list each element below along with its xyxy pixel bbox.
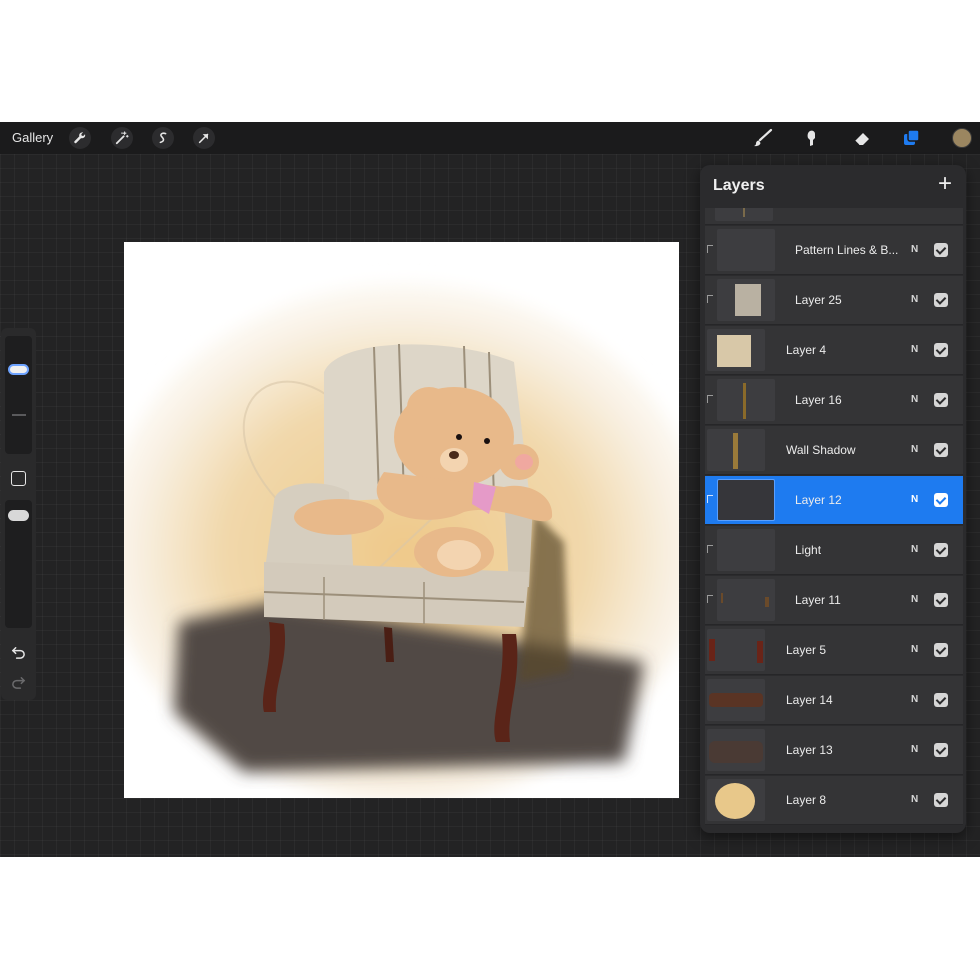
visibility-checkbox[interactable] [934, 793, 948, 807]
redo-button[interactable] [9, 672, 28, 691]
layer-row-layer-12[interactable]: Layer 12 N [705, 476, 963, 525]
blend-mode-button[interactable]: N [911, 344, 918, 355]
blend-mode-button[interactable]: N [911, 594, 918, 605]
layer-row-layer-5[interactable]: Layer 5 N [705, 626, 963, 675]
blend-mode-button[interactable]: N [911, 444, 918, 455]
clipping-mask-icon [707, 245, 713, 253]
modify-button[interactable] [9, 469, 28, 488]
artwork-illustration [124, 242, 679, 798]
blend-mode-button[interactable]: N [911, 744, 918, 755]
visibility-checkbox[interactable] [934, 743, 948, 757]
clipping-mask-icon [707, 595, 713, 603]
blend-mode-button[interactable]: N [911, 394, 918, 405]
adjustments-wand-icon[interactable] [111, 127, 133, 149]
opacity-slider[interactable] [5, 500, 32, 628]
visibility-checkbox[interactable] [934, 343, 948, 357]
blend-mode-button[interactable]: N [911, 494, 918, 505]
layers-panel: Layers + Pattern Lines & B... N Layer 25… [700, 165, 966, 833]
layer-thumbnail [717, 529, 775, 571]
visibility-checkbox[interactable] [934, 543, 948, 557]
layer-name: Layer 4 [786, 343, 827, 357]
brush-size-knob[interactable] [8, 364, 29, 375]
opacity-knob[interactable] [8, 510, 29, 521]
visibility-checkbox[interactable] [934, 643, 948, 657]
layer-thumbnail [717, 579, 775, 621]
clipping-mask-icon [707, 395, 713, 403]
actions-wrench-icon[interactable] [69, 127, 91, 149]
layer-name: Layer 13 [786, 743, 833, 757]
visibility-checkbox[interactable] [934, 693, 948, 707]
layers-panel-title: Layers [713, 177, 765, 194]
visibility-checkbox[interactable] [934, 243, 948, 257]
square-icon [11, 471, 26, 486]
layers-icon[interactable] [900, 126, 924, 150]
layer-thumbnail [707, 779, 765, 821]
undo-button[interactable] [9, 642, 28, 661]
blend-mode-button[interactable]: N [911, 244, 918, 255]
redo-icon [12, 677, 26, 689]
blend-mode-button[interactable]: N [911, 644, 918, 655]
visibility-checkbox[interactable] [934, 293, 948, 307]
blend-mode-button[interactable]: N [911, 694, 918, 705]
layer-name: Layer 11 [795, 593, 841, 607]
clipping-mask-icon [707, 495, 713, 503]
layer-name: Layer 16 [795, 393, 842, 407]
layer-row-light[interactable]: Light N [705, 526, 963, 575]
layer-thumbnail [717, 229, 775, 271]
layer-row-layer-8[interactable]: Layer 8 N [705, 776, 963, 825]
layer-row-layer-13[interactable]: Layer 13 N [705, 726, 963, 775]
clipping-mask-icon [707, 545, 713, 553]
brush-icon[interactable] [751, 126, 775, 150]
layer-row-layer-11[interactable]: Layer 11 N [705, 576, 963, 625]
transform-arrow-icon[interactable] [193, 127, 215, 149]
layer-row-layer-25[interactable]: Layer 25 N [705, 276, 963, 325]
layer-row[interactable] [705, 208, 963, 225]
layer-row-wall-shadow[interactable]: Wall Shadow N [705, 426, 963, 475]
visibility-checkbox[interactable] [934, 593, 948, 607]
layer-thumbnail [717, 379, 775, 421]
blend-mode-button[interactable]: N [911, 794, 918, 805]
left-sidebar [1, 328, 36, 700]
layer-row-pattern-lines[interactable]: Pattern Lines & B... N [705, 226, 963, 275]
layer-thumbnail [707, 679, 765, 721]
layer-name: Pattern Lines & B... [795, 243, 899, 257]
color-picker-swatch[interactable] [952, 128, 972, 148]
visibility-checkbox[interactable] [934, 443, 948, 457]
undo-icon [11, 647, 25, 659]
layer-name: Layer 8 [786, 793, 827, 807]
gallery-button[interactable]: Gallery [12, 130, 53, 145]
layer-name: Layer 25 [795, 293, 842, 307]
layer-thumbnail [707, 629, 765, 671]
layer-name: Layer 5 [786, 643, 827, 657]
layer-row-layer-4[interactable]: Layer 4 N [705, 326, 963, 375]
layer-list[interactable]: Pattern Lines & B... N Layer 25 N Layer … [705, 208, 963, 830]
smudge-icon[interactable] [800, 126, 824, 150]
layer-name: Layer 14 [786, 693, 833, 707]
brush-size-slider[interactable] [5, 336, 32, 454]
layer-name: Light [795, 543, 822, 557]
visibility-checkbox[interactable] [934, 393, 948, 407]
blend-mode-button[interactable]: N [911, 544, 918, 555]
selection-icon[interactable] [152, 127, 174, 149]
layer-name: Wall Shadow [786, 443, 856, 457]
layer-thumbnail [707, 429, 765, 471]
layer-thumbnail [707, 729, 765, 771]
layer-thumbnail [717, 279, 775, 321]
artwork-canvas[interactable] [124, 242, 679, 798]
slider-tick [12, 414, 26, 416]
layer-thumbnail [715, 208, 773, 221]
clipping-mask-icon [707, 295, 713, 303]
layer-name: Layer 12 [795, 493, 842, 507]
blend-mode-button[interactable]: N [911, 294, 918, 305]
eraser-icon[interactable] [850, 126, 874, 150]
layer-thumbnail [707, 329, 765, 371]
top-toolbar: Gallery [0, 122, 980, 154]
layer-row-layer-16[interactable]: Layer 16 N [705, 376, 963, 425]
add-layer-button[interactable]: + [934, 172, 956, 196]
visibility-checkbox[interactable] [934, 493, 948, 507]
layer-row-layer-14[interactable]: Layer 14 N [705, 676, 963, 725]
layer-thumbnail [717, 479, 775, 521]
